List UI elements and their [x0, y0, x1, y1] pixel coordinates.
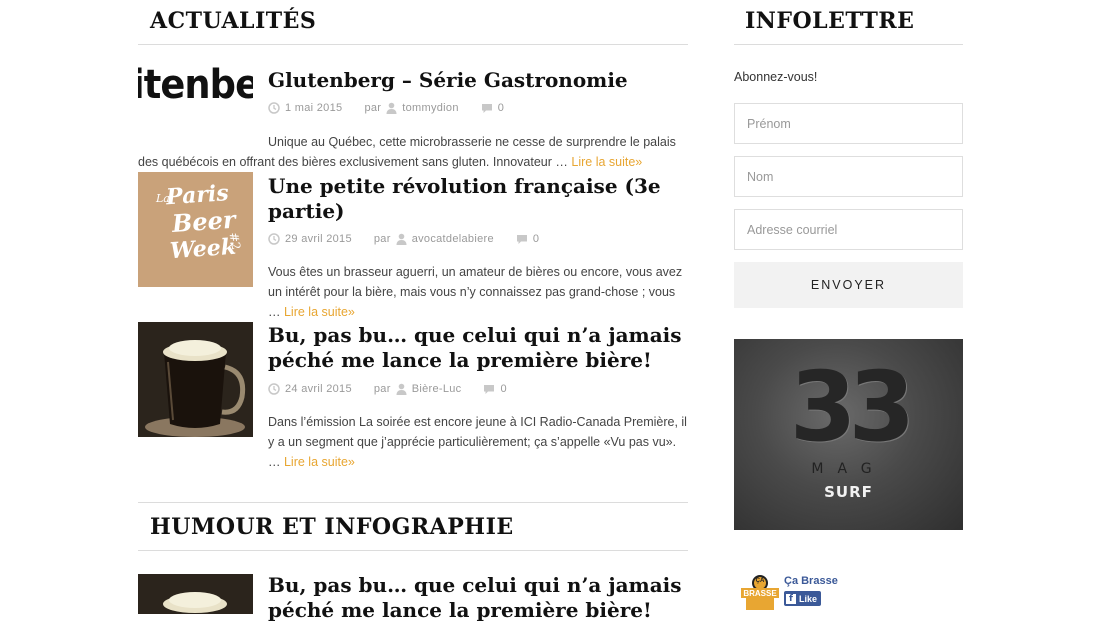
post-excerpt: Vous êtes un brasseur aguerri, un amateu…: [268, 262, 688, 322]
newsletter-heading: INFOLETTRE: [745, 8, 915, 34]
comment-icon: [481, 103, 492, 113]
read-more-link[interactable]: Lire la suite»: [284, 455, 355, 469]
news-heading-rule: [138, 44, 688, 45]
comment-icon: [516, 234, 527, 244]
post-title[interactable]: Bu, pas bu… que celui qui n’a jamais péc…: [268, 323, 688, 373]
ca-brasse-logo[interactable]: ÇA BRASSE: [740, 573, 780, 610]
post-title[interactable]: Glutenberg – Série Gastronomie: [268, 68, 688, 93]
facebook-icon: f: [786, 593, 796, 604]
post-thumbnail-glutenberg[interactable]: itenbe: [138, 62, 253, 122]
section-divider: [138, 502, 688, 503]
post-author[interactable]: avocatdelabiere: [412, 233, 494, 245]
post-comments-count[interactable]: 0: [498, 102, 504, 114]
post-comments-count[interactable]: 0: [533, 233, 539, 245]
glutenberg-logo-text: itenbe: [138, 62, 253, 108]
post-author[interactable]: Bière-Luc: [412, 383, 462, 395]
beer-mug-image: [138, 574, 253, 614]
post-thumbnail-paris-beer-week[interactable]: La Paris Beer Week #2: [138, 172, 253, 287]
humour-heading-rule: [138, 550, 688, 551]
thumb-number: #2: [226, 231, 244, 251]
post-date: 29 avril 2015: [285, 233, 352, 245]
post-thumbnail-beer-mug[interactable]: [138, 322, 253, 437]
newsletter-heading-rule: [734, 44, 963, 45]
humour-heading: HUMOUR ET INFOGRAPHIE: [150, 514, 514, 540]
post-meta: 1 mai 2015 par tommydion 0: [268, 102, 504, 114]
post-thumbnail-beer-mug[interactable]: [138, 574, 253, 614]
subscribe-label: Abonnez-vous!: [734, 70, 818, 84]
post-meta: 24 avril 2015 par Bière-Luc 0: [268, 383, 507, 395]
comment-icon: [484, 384, 495, 394]
ca-brasse-logo-text: BRASSE: [743, 589, 777, 598]
last-name-input[interactable]: [734, 156, 963, 197]
read-more-link[interactable]: Lire la suite»: [284, 305, 355, 319]
fb-page-name[interactable]: Ça Brasse: [784, 575, 838, 587]
post-title[interactable]: Bu, pas bu… que celui qui n’a jamais péc…: [268, 573, 688, 623]
news-heading: ACTUALITÉS: [150, 8, 317, 34]
post-by: par: [364, 102, 382, 114]
user-icon: [396, 383, 407, 395]
post-comments-count[interactable]: 0: [500, 383, 506, 395]
ad-mag-label: MAG: [811, 461, 886, 477]
post-by: par: [373, 233, 391, 245]
clock-icon: [268, 233, 280, 245]
post-excerpt: Unique au Québec, cette microbrasserie n…: [138, 132, 688, 172]
post-author[interactable]: tommydion: [402, 102, 459, 114]
email-input[interactable]: [734, 209, 963, 250]
beer-mug-image: [138, 322, 253, 437]
first-name-input[interactable]: [734, 103, 963, 144]
ca-brasse-logo-top: ÇA: [755, 578, 765, 584]
thumb-lettering: Paris Beer Week: [165, 180, 238, 264]
fb-like-button[interactable]: f Like: [784, 591, 822, 606]
post-date: 24 avril 2015: [285, 383, 352, 395]
submit-button[interactable]: ENVOYER: [734, 262, 963, 308]
post-by: par: [373, 383, 391, 395]
user-icon: [386, 102, 397, 114]
ad-logo: 33: [789, 351, 916, 463]
post-excerpt: Dans l’émission La soirée est encore jeu…: [268, 412, 688, 472]
clock-icon: [268, 102, 280, 114]
clock-icon: [268, 383, 280, 395]
user-icon: [396, 233, 407, 245]
ad-surf-label: SURF: [824, 483, 873, 501]
fb-like-label: Like: [799, 593, 818, 604]
post-meta: 29 avril 2015 par avocatdelabiere 0: [268, 233, 539, 245]
ad-33-mag-surf[interactable]: 33 MAG SURF: [734, 339, 963, 530]
post-date: 1 mai 2015: [285, 102, 343, 114]
read-more-link[interactable]: Lire la suite»: [571, 155, 642, 169]
post-title[interactable]: Une petite révolution française (3e part…: [268, 174, 688, 224]
